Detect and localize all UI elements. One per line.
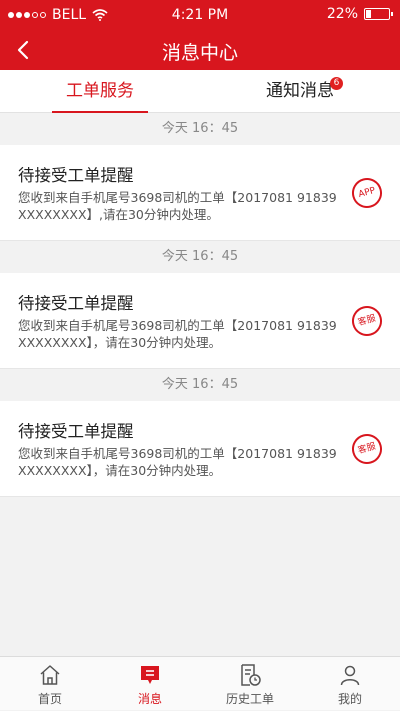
message-body: 您收到来自手机尾号3698司机的工单【2017081 91839XXXXXXXX…: [18, 190, 337, 222]
page-title: 消息中心: [161, 42, 238, 64]
tab-label: 通知消息: [266, 81, 334, 101]
source-stamp-icon: 客服: [348, 430, 386, 468]
tab-label: 工单服务: [66, 81, 134, 101]
message-title: 待接受工单提醒: [18, 422, 134, 441]
battery-percent: 22%: [326, 6, 358, 22]
message-timestamp: 今天 16：45: [0, 241, 400, 273]
tabbar-item-home[interactable]: 首页: [0, 657, 100, 711]
status-bar: BELL 4:21 PM 22%: [0, 0, 400, 30]
message-body: 您收到来自手机尾号3698司机的工单【2017081 91839XXXXXXXX…: [18, 446, 337, 478]
source-stamp-icon: 客服: [348, 302, 386, 340]
tab-bar: 工单服务 通知消息 6: [0, 70, 400, 113]
user-icon: [340, 665, 360, 686]
message-list: 今天 16：45 待接受工单提醒 您收到来自手机尾号3698司机的工单【2017…: [0, 113, 400, 497]
message-timestamp: 今天 16：45: [0, 113, 400, 145]
nav-bar: 消息中心: [0, 30, 400, 70]
source-stamp-icon: APP: [348, 174, 386, 212]
message-card[interactable]: 待接受工单提醒 您收到来自手机尾号3698司机的工单【2017081 91839…: [0, 145, 400, 241]
message-icon: [141, 666, 159, 684]
tab-notifications[interactable]: 通知消息 6: [200, 70, 400, 112]
tab-work-order-service[interactable]: 工单服务: [0, 70, 200, 113]
tabbar-label: 历史工单: [225, 692, 274, 706]
tabbar-item-messages[interactable]: 消息: [100, 657, 200, 711]
message-timestamp: 今天 16：45: [0, 369, 400, 401]
message-title: 待接受工单提醒: [18, 166, 134, 185]
tabbar-label: 消息: [137, 692, 162, 706]
tabbar-label: 我的: [337, 692, 362, 706]
tabbar-label: 首页: [37, 692, 62, 706]
message-card[interactable]: 待接受工单提醒 您收到来自手机尾号3698司机的工单【2017081 91839…: [0, 401, 400, 497]
home-icon: [40, 665, 60, 685]
tabbar-item-history-orders[interactable]: 历史工单: [200, 657, 300, 711]
tabbar-item-mine[interactable]: 我的: [300, 657, 400, 711]
bottom-tab-bar: 首页 消息 历史工单 我的: [0, 656, 400, 710]
history-document-icon: [241, 664, 261, 686]
notification-badge: 6: [330, 77, 343, 90]
battery-icon: [364, 8, 393, 20]
message-body: 您收到来自手机尾号3698司机的工单【2017081 91839XXXXXXXX…: [18, 318, 337, 350]
message-card[interactable]: 待接受工单提醒 您收到来自手机尾号3698司机的工单【2017081 91839…: [0, 273, 400, 369]
message-title: 待接受工单提醒: [18, 294, 134, 313]
